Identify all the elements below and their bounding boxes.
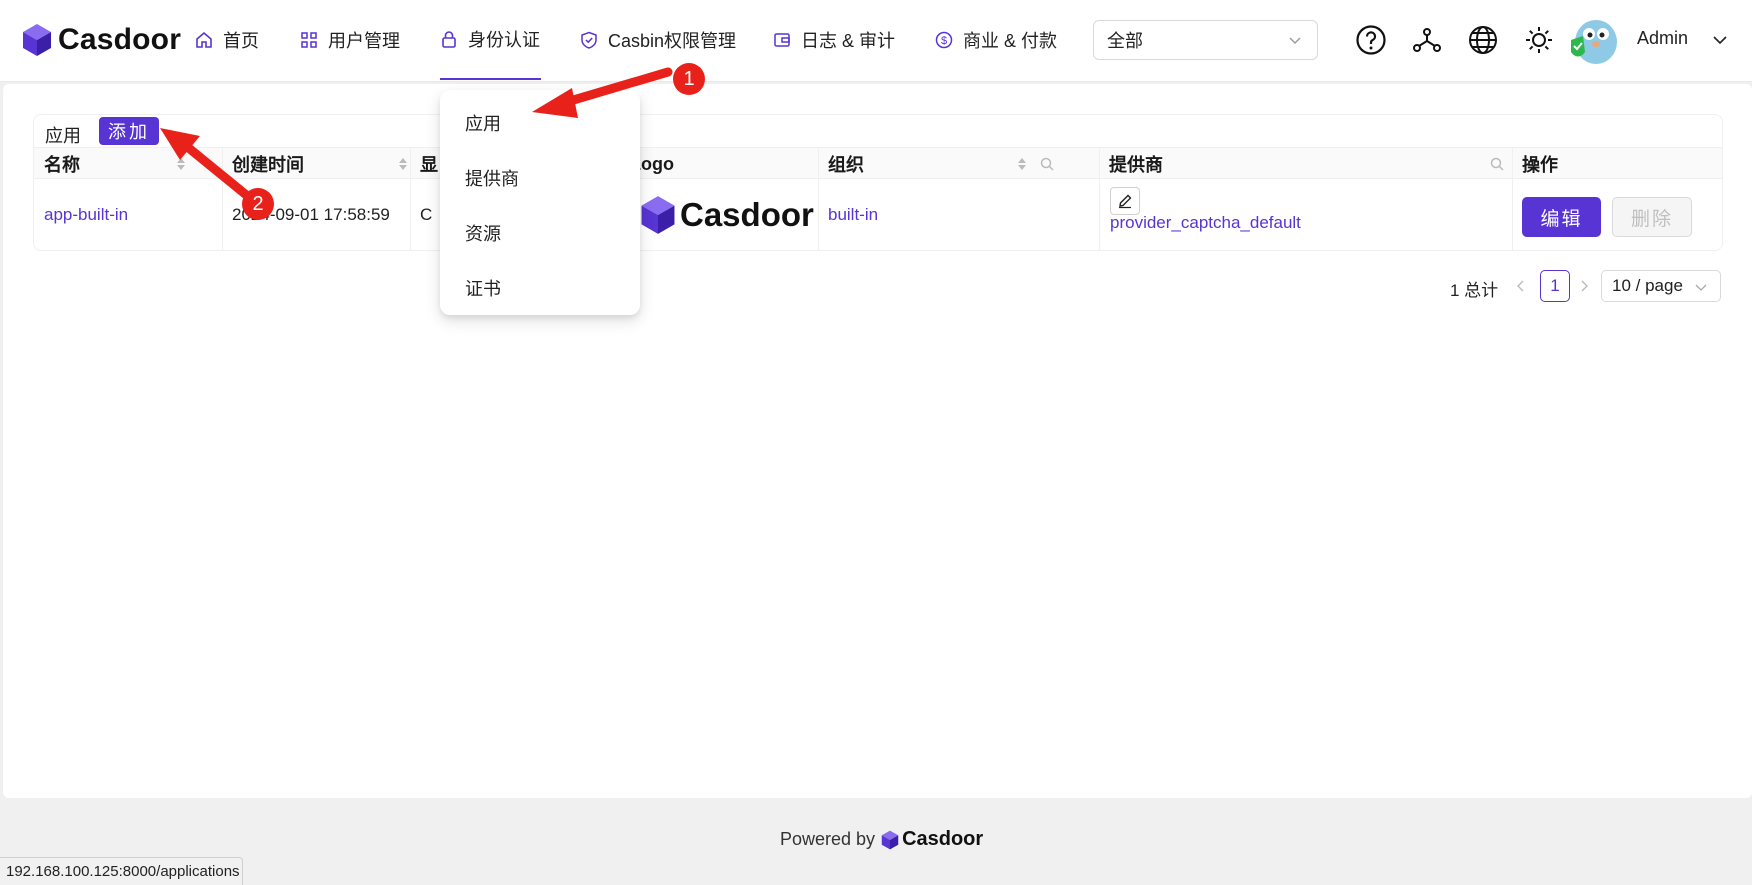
- logo-cell: Casdoor: [640, 179, 818, 251]
- nav-business-payment-label: 商业 & 付款: [963, 31, 1058, 51]
- cube-logo-icon: [23, 24, 51, 56]
- home-icon: [196, 31, 212, 48]
- nav-home[interactable]: 首页: [195, 0, 259, 80]
- footer-cube-icon: [881, 830, 899, 849]
- footer-brand: Casdoor: [902, 828, 984, 850]
- search-icon[interactable]: [1040, 157, 1054, 171]
- applications-table: 应用 添加 名称 创建时间 显 Logo 组织 提供商 操作 app-built…: [33, 114, 1723, 251]
- network-icon: [1413, 28, 1441, 52]
- page-size-select[interactable]: 10 / page: [1601, 270, 1721, 302]
- nav-casbin[interactable]: Casbin权限管理: [580, 0, 736, 80]
- shield-icon: [581, 31, 597, 49]
- chevron-right-icon[interactable]: [1578, 278, 1590, 294]
- menu-item-applications[interactable]: 应用: [465, 110, 501, 136]
- nav-logs-audit-label: 日志 & 审计: [801, 31, 896, 51]
- column-display-name-label: 显: [420, 155, 438, 175]
- theme-toggle-button[interactable]: [1521, 22, 1557, 58]
- help-icon: [1356, 25, 1386, 55]
- sort-icon[interactable]: [1017, 156, 1027, 172]
- table-header: 名称 创建时间 显 Logo 组织 提供商 操作: [34, 147, 1722, 179]
- organization-select[interactable]: 全部: [1093, 20, 1318, 60]
- column-organization[interactable]: 组织: [818, 148, 1006, 180]
- language-button[interactable]: [1465, 22, 1501, 58]
- svg-text:$: $: [941, 35, 947, 47]
- grid-icon: [301, 32, 317, 48]
- main-content: 应用 添加 名称 创建时间 显 Logo 组织 提供商 操作 app-built…: [3, 84, 1752, 798]
- logo-text: Casdoor: [680, 196, 814, 233]
- user-menu-chevron-icon[interactable]: [1711, 31, 1729, 49]
- column-providers-label: 提供商: [1109, 155, 1163, 175]
- column-logo: Logo: [630, 148, 818, 180]
- browser-status-url: 192.168.100.125:8000/applications: [0, 857, 243, 885]
- delete-button[interactable]: 删除: [1612, 197, 1692, 237]
- column-actions: 操作: [1512, 148, 1722, 180]
- column-providers: 提供商: [1099, 148, 1511, 180]
- top-navbar: Casdoor 首页 用户管理 身份认证 Casbin权限管理 日志 & 审计 …: [0, 0, 1752, 82]
- user-avatar[interactable]: [1569, 14, 1619, 66]
- powered-by-text: Powered by: [780, 829, 876, 849]
- casdoor-logo[interactable]: Casdoor: [22, 20, 181, 60]
- annotation-marker-2-label: 2: [252, 193, 264, 215]
- pagination-total: 1 总计: [1450, 281, 1499, 300]
- sort-icon[interactable]: [398, 156, 408, 172]
- column-created-time-label: 创建时间: [232, 155, 304, 175]
- casdoor-cube-icon: [641, 196, 675, 234]
- menu-item-resources[interactable]: 资源: [465, 220, 501, 246]
- annotation-marker-1-label: 1: [683, 68, 695, 90]
- sun-icon: [1526, 27, 1552, 53]
- menu-item-providers[interactable]: 提供商: [465, 165, 519, 191]
- avatar-icon: [1571, 20, 1617, 64]
- help-button[interactable]: [1353, 22, 1389, 58]
- page-size-value: 10 / page: [1612, 276, 1683, 295]
- dollar-icon: $: [935, 31, 953, 49]
- nav-user-management-label: 用户管理: [328, 31, 400, 51]
- nav-casbin-label: Casbin权限管理: [608, 31, 737, 51]
- lock-icon: [442, 31, 456, 48]
- nav-user-management[interactable]: 用户管理: [300, 0, 400, 80]
- add-button[interactable]: 添加: [99, 117, 159, 145]
- app-name-link[interactable]: app-built-in: [34, 179, 222, 251]
- pagination-page-1[interactable]: 1: [1540, 270, 1570, 302]
- globe-icon: [1469, 26, 1497, 54]
- nav-authentication[interactable]: 身份认证: [440, 0, 541, 80]
- username[interactable]: Admin: [1637, 28, 1688, 49]
- network-button[interactable]: [1409, 22, 1445, 58]
- brand-name: Casdoor: [58, 23, 182, 56]
- chevron-down-icon: [1289, 37, 1301, 44]
- footer: Powered by Casdoor: [780, 828, 983, 851]
- column-name-label: 名称: [44, 155, 80, 175]
- chevron-left-icon[interactable]: [1515, 278, 1527, 294]
- nav-authentication-label: 身份认证: [468, 30, 540, 50]
- organization-select-value: 全部: [1107, 31, 1143, 51]
- table-title-row: 应用 添加: [34, 115, 1722, 147]
- table-title: 应用: [45, 126, 81, 146]
- organization-link[interactable]: built-in: [818, 179, 1006, 251]
- nav-home-label: 首页: [223, 31, 259, 51]
- edit-button[interactable]: 编辑: [1522, 197, 1601, 237]
- nav-business-payment[interactable]: $ 商业 & 付款: [935, 0, 1057, 80]
- column-organization-label: 组织: [828, 155, 864, 175]
- authentication-dropdown-menu: 应用 提供商 资源 证书: [440, 90, 640, 315]
- column-name[interactable]: 名称: [34, 148, 222, 180]
- search-icon[interactable]: [1490, 157, 1504, 171]
- chevron-down-icon: [1695, 284, 1707, 291]
- nav-logs-audit[interactable]: 日志 & 审计: [773, 0, 895, 80]
- table-row: app-built-in 2024-09-01 17:58:59 C Casdo…: [34, 179, 1722, 251]
- sort-icon[interactable]: [176, 156, 186, 172]
- provider-link[interactable]: provider_captcha_default: [1100, 203, 1500, 243]
- column-actions-label: 操作: [1522, 155, 1558, 175]
- menu-item-certs[interactable]: 证书: [465, 275, 501, 301]
- wallet-icon: [774, 33, 790, 47]
- column-created-time[interactable]: 创建时间: [222, 148, 410, 180]
